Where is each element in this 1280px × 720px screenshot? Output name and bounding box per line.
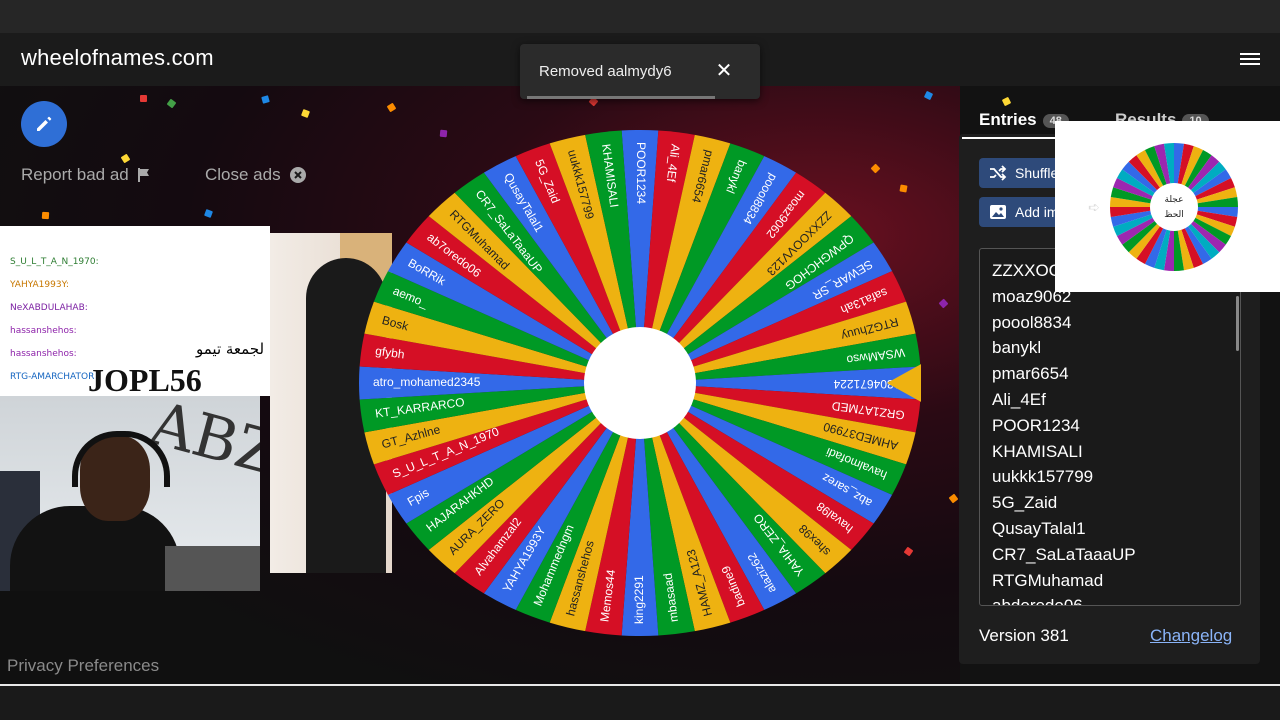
entries-scrollbar[interactable] (1236, 296, 1239, 351)
pencil-icon (37, 116, 52, 131)
entry-line: KHAMISALI (992, 441, 1083, 461)
flag-icon (137, 168, 149, 182)
shuffle-label: Shuffle (1015, 165, 1059, 181)
toast-notification: Removed aalmydy6 ✕ (520, 44, 760, 99)
toast-close-icon[interactable]: ✕ (714, 60, 734, 80)
wheel-svg[interactable]: POOR1234 Ali_4Ef pmar6654 banyklpoool8834mo… (359, 129, 923, 636)
entry-line: QusayTalal1 (992, 518, 1086, 538)
shuffle-icon (990, 165, 1007, 181)
changelog-link[interactable]: Changelog (1150, 626, 1232, 646)
close-circle-icon (289, 167, 306, 183)
image-icon (990, 205, 1006, 219)
close-ads-label: Close ads (205, 165, 281, 184)
chat-line: YAHYA1993Y: (10, 280, 69, 290)
confetti-piece (140, 95, 147, 102)
mini-wheel-title-1: عجلة (1165, 195, 1184, 205)
toast-message: Removed aalmydy6 (539, 63, 672, 80)
entry-line: banykl (992, 338, 1042, 358)
webcam-feed: ABZ (0, 396, 260, 591)
chat-line: NeXABDULAHAB: (10, 303, 88, 313)
entry-line: POOR1234 (992, 415, 1080, 435)
entry-line: CR7_SaLaTaaaUP (992, 544, 1136, 564)
tab-entries-label: Entries (979, 110, 1037, 129)
entry-line: abdoredo06 (992, 596, 1083, 606)
site-logo[interactable]: wheelofnames.com (21, 45, 214, 71)
arrow-right-icon: ➪ (1088, 200, 1100, 216)
mini-wheel-title-2: الحظ (1164, 210, 1184, 220)
version-label: Version 381 (979, 626, 1069, 645)
wheel-segment-label: atro_mohamed2345 (373, 375, 481, 389)
privacy-preferences-link[interactable]: Privacy Preferences (7, 656, 159, 676)
report-bad-ad-label: Report bad ad (21, 165, 129, 184)
bottom-strip (0, 686, 1280, 720)
desk (165, 546, 260, 591)
confetti-piece (1001, 96, 1012, 107)
entry-line: pmar6654 (992, 364, 1069, 384)
wheel-segment-label: king2291 (632, 575, 646, 624)
person-body (10, 506, 180, 591)
browser-top-strip (0, 0, 1280, 33)
entry-line: uukkk157799 (992, 467, 1094, 487)
wheel-segment-label: POOR1234 (634, 142, 648, 204)
promo-big-text: JOPL56 (88, 362, 202, 398)
chat-line: S_U_L_T_A_N_1970: (10, 257, 99, 267)
confetti-piece (41, 211, 50, 220)
toast-progress-bar (527, 96, 715, 99)
entry-line: Ali_4Ef (992, 389, 1046, 409)
report-bad-ad-link[interactable]: Report bad ad (21, 165, 151, 185)
entry-line: poool8834 (992, 312, 1072, 332)
entry-line: 5G_Zaid (992, 493, 1058, 513)
entries-textarea[interactable]: ZZXXOOVV123 moaz9062 poool8834 banykl pm… (979, 248, 1241, 606)
wheel[interactable]: POOR1234 Ali_4Ef pmar6654 banykl poool8834 mo… (359, 129, 923, 636)
edit-pencil-button[interactable] (21, 101, 67, 147)
entry-line: RTGMuhamad (992, 570, 1104, 590)
close-ads-link[interactable]: Close ads (205, 165, 307, 185)
wheel-center-hub[interactable] (584, 327, 696, 439)
hamburger-menu-icon[interactable] (1240, 50, 1260, 68)
